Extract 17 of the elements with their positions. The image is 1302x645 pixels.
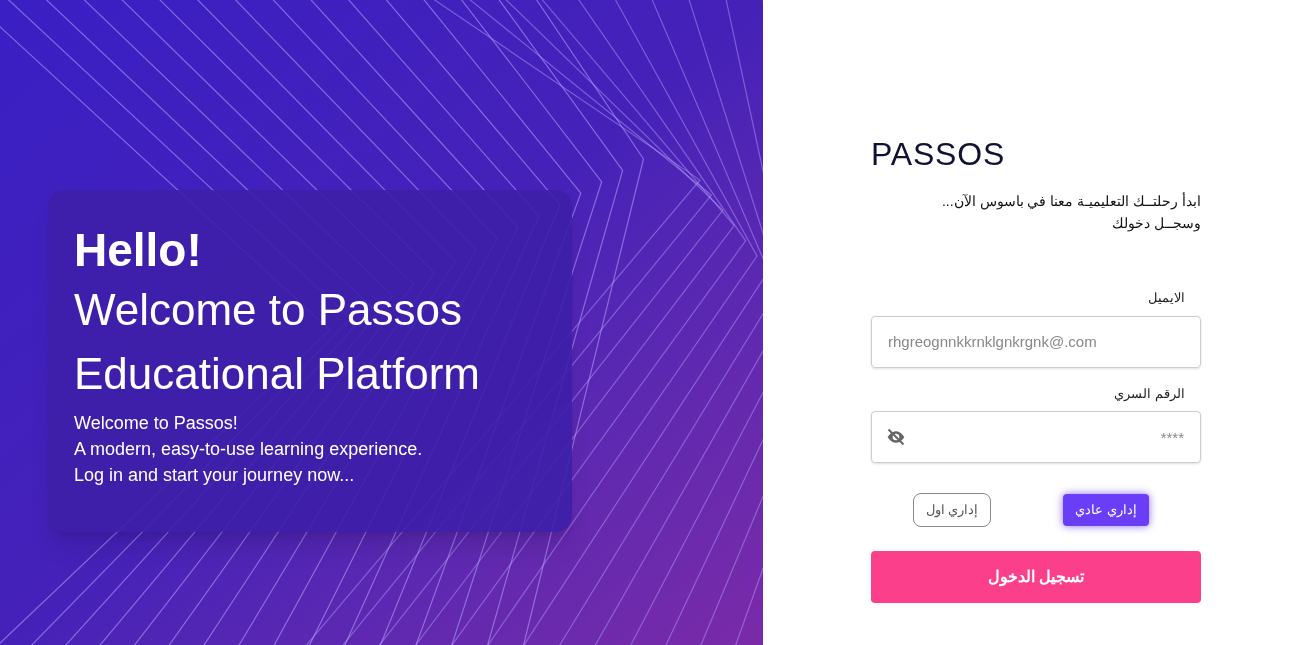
role-toggle[interactable]: إداري عادي [1063, 494, 1149, 526]
field-label: الايميل [1148, 289, 1186, 307]
hero-description: Welcome to Passos! [74, 412, 239, 435]
hero-description: A modern, easy-to-use learning experience. [74, 438, 424, 461]
login-button[interactable]: تسجيل الدخول [871, 551, 1201, 603]
field-label: الرقم السري [1114, 384, 1186, 403]
intro-text: ابدأ رحلتــك التعليميـة معنا في باسوس الآن... [942, 191, 1201, 212]
eye-slash-icon[interactable] [885, 427, 907, 447]
intro-text: وسجــل دخولك [1112, 214, 1201, 234]
role-toggle[interactable]: إداري اول [912, 493, 992, 527]
hero-title: Welcome to Passos [74, 284, 463, 336]
hero-description: Log in and start your journey now... [74, 464, 356, 487]
email-field[interactable]: rhgreognnkkrnklgnkrgnk@.com [871, 315, 1201, 368]
hero-title: Educational Platform [74, 348, 480, 400]
password-field[interactable]: **** [871, 411, 1201, 463]
brand-logo: PASSOS [871, 135, 1007, 174]
hero-heading: Hello! [74, 223, 203, 278]
